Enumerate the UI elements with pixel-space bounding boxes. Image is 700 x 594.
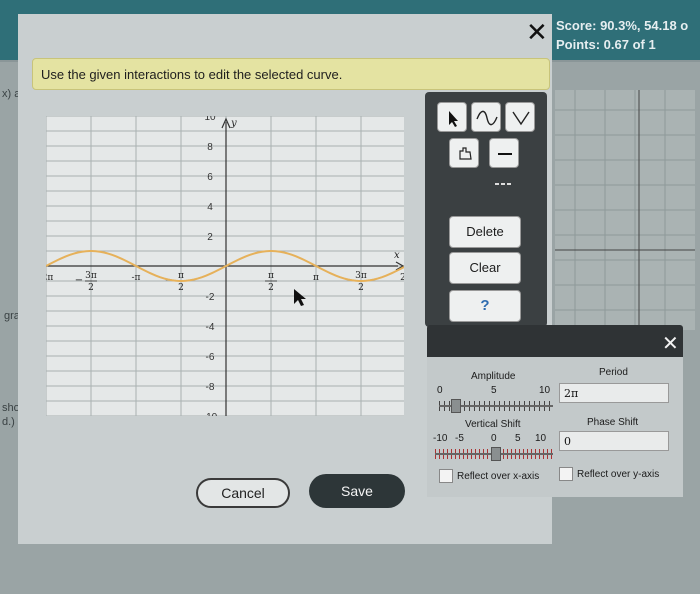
modal-close-icon[interactable]: ✕	[526, 20, 548, 46]
save-button[interactable]: Save	[309, 474, 405, 508]
score-line: Score: 90.3%, 54.18 o	[556, 18, 689, 33]
x-tick-denominator: 2	[88, 283, 94, 293]
x-tick-label: π	[313, 273, 319, 283]
phase-shift-field[interactable]: 0	[559, 431, 669, 451]
sine-tool-button[interactable]	[471, 102, 501, 132]
solid-line-icon	[498, 153, 512, 155]
tool-panel: Delete Clear ?	[425, 92, 547, 327]
pointer-tool-button[interactable]	[437, 102, 467, 132]
vertical-shift-slider[interactable]	[435, 447, 553, 461]
sine-wave-icon	[476, 110, 498, 126]
y-axis-label: y	[230, 118, 237, 129]
curve-parameters-panel: ✕ Amplitude Period 0 5 10 2π Vertical Sh…	[427, 325, 683, 497]
panel-close-icon[interactable]: ✕	[662, 333, 679, 353]
amplitude-slider-thumb[interactable]	[451, 399, 461, 413]
x-tick-numerator: π	[178, 271, 184, 281]
help-button[interactable]: ?	[449, 290, 521, 322]
reflect-y-checkbox[interactable]	[559, 467, 573, 481]
amplitude-scale-10: 10	[539, 385, 551, 396]
graph-svg: yx108642-2-4-6-8-10-2π−3π2-π−π2π2π3π22π	[46, 116, 404, 416]
y-tick-label: 8	[207, 142, 213, 153]
x-tick-numerator: π	[268, 271, 274, 281]
x-axis-label: x	[394, 250, 400, 261]
solid-line-tool-button[interactable]	[449, 138, 479, 168]
mouse-cursor-icon	[294, 289, 306, 306]
amplitude-slider[interactable]	[439, 399, 553, 413]
x-tick-denominator: 2	[358, 283, 364, 293]
reflect-x-label: Reflect over x-axis	[457, 471, 540, 482]
vshift-scale-m5: -5	[455, 433, 464, 444]
reflect-y-label: Reflect over y-axis	[577, 469, 660, 480]
vshift-scale-m10: -10	[433, 433, 448, 444]
parabola-tool-button[interactable]	[505, 102, 535, 132]
y-tick-label: -8	[206, 382, 215, 393]
x-tick-numerator: 3π	[85, 271, 97, 281]
x-tick-denominator: 2	[268, 283, 274, 293]
vshift-scale-5: 5	[515, 433, 521, 444]
clear-button[interactable]: Clear	[449, 252, 521, 284]
y-tick-label: -6	[206, 352, 215, 363]
y-tick-label: 2	[207, 232, 213, 243]
instruction-banner: Use the given interactions to edit the s…	[32, 58, 550, 90]
cancel-button[interactable]: Cancel	[196, 478, 290, 508]
period-label: Period	[599, 367, 628, 378]
reflect-x-checkbox[interactable]	[439, 469, 453, 483]
y-tick-label: 4	[207, 202, 213, 213]
period-field[interactable]: 2π	[559, 383, 669, 403]
x-tick-numerator: 3π	[355, 271, 367, 281]
amplitude-scale-5: 5	[491, 385, 497, 396]
y-tick-label: -2	[206, 292, 215, 303]
hand-pointer-icon	[459, 147, 472, 160]
vshift-scale-10: 10	[535, 433, 547, 444]
v-shape-icon	[512, 111, 530, 126]
panel-body: Amplitude Period 0 5 10 2π Vertical Shif…	[427, 357, 683, 497]
dashed-line-style-button[interactable]	[489, 176, 519, 192]
x-tick-sign: −	[75, 275, 83, 286]
graph-canvas[interactable]: yx108642-2-4-6-8-10-2π−3π2-π−π2π2π3π22π	[46, 116, 404, 416]
delete-button[interactable]: Delete	[449, 216, 521, 248]
amplitude-scale-0: 0	[437, 385, 443, 396]
score-display: Score: 90.3%, 54.18 o Points: 0.67 of 1	[556, 16, 688, 54]
dashed-line-icon	[495, 183, 513, 185]
background-text: d.)	[2, 416, 15, 428]
points-line: Points: 0.67 of 1	[556, 37, 656, 52]
y-tick-label: 6	[207, 172, 213, 183]
y-tick-label: -10	[203, 412, 218, 416]
vshift-scale-0: 0	[491, 433, 497, 444]
x-tick-denominator: 2	[178, 283, 184, 293]
y-tick-label: 10	[204, 116, 216, 123]
x-tick-label: -2π	[46, 273, 53, 283]
x-tick-label: -π	[132, 273, 141, 283]
vertical-shift-slider-thumb[interactable]	[491, 447, 501, 461]
x-tick-label: 2π	[400, 273, 404, 283]
background-graph	[555, 90, 695, 330]
amplitude-label: Amplitude	[471, 371, 516, 382]
phase-shift-label: Phase Shift	[587, 417, 639, 428]
y-tick-label: -4	[206, 322, 215, 333]
vertical-shift-label: Vertical Shift	[465, 419, 521, 430]
solid-line-style-button[interactable]	[489, 138, 519, 168]
arrow-cursor-icon	[449, 111, 458, 127]
